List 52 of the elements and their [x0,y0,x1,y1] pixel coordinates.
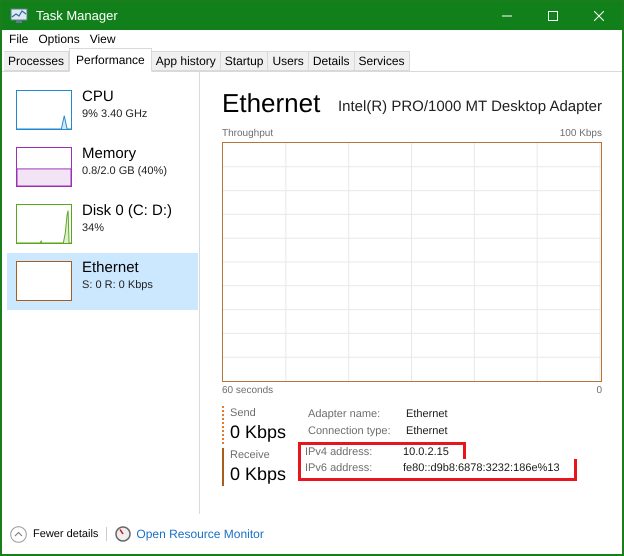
thumbnail-graph [16,90,72,130]
sidebar-item[interactable]: CPU 9% 3.40 GHz [7,82,198,139]
tab[interactable]: App history [152,51,221,71]
monitor-icon [10,8,28,24]
tab[interactable]: Users [268,51,309,71]
resource-name: CPU [82,87,115,107]
chevron-up-icon [10,526,27,542]
property-value: Ethernet [406,424,448,440]
resource-detail: 0.8/2.0 GB (40%) [82,164,167,178]
adapter-name: Intel(R) PRO/1000 MT Desktop Adapter [338,97,602,117]
fewer-details-button[interactable]: Fewer details [10,526,98,542]
gauge-icon [115,526,132,542]
property-value: 10.0.2.15 [403,445,449,460]
resource-detail: S: 0 R: 0 Kbps [82,278,153,292]
graph-label: Throughput [222,127,274,141]
menu-item[interactable]: View [84,30,120,48]
property-label: Adapter name: [308,407,382,422]
window-title: Task Manager [36,7,118,26]
close-icon [594,11,604,21]
resource-detail: 9% 3.40 GHz [82,107,148,121]
thumbnail-graph [16,204,72,244]
property-label: IPv4 address: [305,445,374,460]
maximize-icon [548,11,558,21]
stat-label: Receive [230,448,271,462]
stat-value: 0 Kbps [230,421,288,444]
sidebar-item[interactable]: Disk 0 (C: D:) 34% [7,196,198,253]
menu-item[interactable]: File [4,30,34,48]
property-value: Ethernet [406,407,448,422]
stat-value: 0 Kbps [230,463,288,486]
sidebar-item[interactable]: Memory 0.8/2.0 GB (40%) [7,139,198,196]
resource-monitor-link[interactable]: Open Resource Monitor [136,525,264,543]
tab[interactable]: Startup [220,51,268,71]
resource-name: Disk 0 (C: D:) [82,201,172,221]
tab[interactable]: Processes [4,51,70,71]
resource-title: Ethernet [222,88,320,118]
thumbnail-graph [16,147,72,187]
resource-name: Memory [82,144,138,164]
tab[interactable]: Services [354,51,410,71]
graph-max: 100 Kbps [560,127,602,141]
stat-label: Send [230,406,257,420]
tab[interactable]: Details [308,51,354,71]
graph-span: 60 seconds [222,384,274,398]
property-label: IPv6 address: [305,460,374,476]
tab[interactable]: Performance [69,48,152,72]
thumbnail-graph [16,261,72,301]
resource-name: Ethernet [82,258,140,278]
graph-min: 0 [596,384,602,398]
property-label: Connection type: [308,424,392,440]
menu-item[interactable]: Options [33,30,85,48]
property-value: fe80::d9b8:6878:3232:186e%13 [403,460,560,476]
resource-detail: 34% [82,221,106,235]
sidebar-item[interactable]: Ethernet S: 0 R: 0 Kbps [7,253,198,310]
